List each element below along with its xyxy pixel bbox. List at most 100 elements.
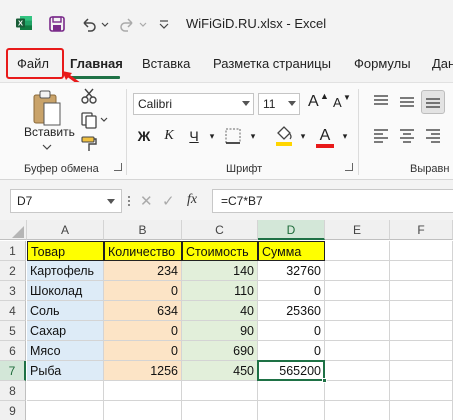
underline-button[interactable]: Ч [185, 126, 203, 146]
select-all-corner[interactable] [0, 220, 27, 240]
empty-cell[interactable] [390, 341, 453, 361]
empty-cell[interactable] [325, 321, 390, 341]
insert-function-button[interactable]: fx [187, 192, 197, 208]
empty-cell[interactable] [390, 241, 453, 261]
row-header-3[interactable]: 3 [0, 281, 26, 301]
header-cell-total[interactable]: Сумма [258, 241, 325, 261]
format-painter-icon[interactable] [80, 135, 98, 153]
font-launcher-icon[interactable] [345, 163, 353, 171]
cell-total[interactable]: 0 [258, 321, 325, 341]
font-name-select[interactable]: Calibri [133, 93, 254, 115]
header-cell-price[interactable]: Стоимость [182, 241, 258, 261]
align-middle-icon[interactable] [398, 93, 416, 111]
empty-cell[interactable] [325, 361, 390, 381]
tab-data[interactable]: Дан [432, 56, 453, 71]
cell-total[interactable]: 32760 [258, 261, 325, 281]
cell-quantity[interactable]: 634 [104, 301, 182, 321]
empty-cell[interactable] [390, 281, 453, 301]
name-box[interactable]: D7 [10, 189, 122, 213]
empty-cell[interactable] [325, 241, 390, 261]
shrink-font-button[interactable]: A [333, 95, 342, 110]
tab-formulas[interactable]: Формулы [354, 56, 411, 71]
empty-cell[interactable] [325, 261, 390, 281]
empty-cell[interactable] [390, 381, 453, 401]
empty-cell[interactable] [325, 401, 390, 420]
grow-font-button[interactable]: A [308, 93, 319, 111]
column-header-a[interactable]: A [27, 220, 104, 240]
undo-dropdown-icon[interactable] [100, 15, 110, 33]
borders-icon[interactable] [224, 127, 244, 145]
paste-dropdown-icon[interactable] [42, 143, 52, 151]
empty-cell[interactable] [390, 301, 453, 321]
redo-icon[interactable] [118, 15, 136, 33]
fill-color-icon[interactable] [274, 125, 294, 147]
empty-cell[interactable] [325, 281, 390, 301]
copy-icon[interactable] [80, 111, 98, 129]
row-header-2[interactable]: 2 [0, 261, 26, 281]
cell-total[interactable]: 25360 [258, 301, 325, 321]
empty-cell[interactable] [104, 401, 182, 420]
cancel-icon[interactable]: ✕ [140, 192, 153, 210]
cell-product[interactable]: Соль [27, 301, 104, 321]
cell-price[interactable]: 690 [182, 341, 258, 361]
formula-input[interactable]: =C7*B7 [212, 189, 453, 213]
cell-product[interactable]: Сахар [27, 321, 104, 341]
header-cell-quantity[interactable]: Количество [104, 241, 182, 261]
italic-button[interactable]: К [160, 126, 178, 146]
row-header-9[interactable]: 9 [0, 401, 26, 420]
align-right-icon[interactable] [424, 127, 442, 145]
row-header-1[interactable]: 1 [0, 241, 26, 261]
tab-page-layout[interactable]: Разметка страницы [213, 56, 331, 71]
empty-cell[interactable] [325, 341, 390, 361]
empty-cell[interactable] [390, 321, 453, 341]
cell-price[interactable]: 90 [182, 321, 258, 341]
align-left-icon[interactable] [372, 127, 390, 145]
cell-price[interactable]: 450 [182, 361, 258, 381]
cell-quantity[interactable]: 0 [104, 341, 182, 361]
row-header-7[interactable]: 7 [0, 361, 26, 381]
customize-toolbar-icon[interactable] [158, 15, 170, 33]
row-header-5[interactable]: 5 [0, 321, 26, 341]
clipboard-launcher-icon[interactable] [114, 163, 122, 171]
cell-quantity[interactable]: 1256 [104, 361, 182, 381]
enter-icon[interactable]: ✓ [162, 192, 175, 210]
cell-quantity[interactable]: 0 [104, 321, 182, 341]
paste-icon[interactable] [30, 89, 64, 127]
align-bottom-button[interactable] [421, 90, 445, 114]
redo-dropdown-icon[interactable] [138, 15, 148, 33]
fill-color-dropdown-icon[interactable]: ▾ [294, 126, 312, 146]
cell-quantity[interactable]: 234 [104, 261, 182, 281]
tab-insert[interactable]: Вставка [142, 56, 190, 71]
column-header-d[interactable]: D [258, 220, 325, 240]
font-color-button[interactable]: A [316, 126, 334, 146]
cell-product[interactable]: Шоколад [27, 281, 104, 301]
bold-button[interactable]: Ж [135, 126, 153, 146]
row-header-6[interactable]: 6 [0, 341, 26, 361]
column-header-b[interactable]: B [104, 220, 182, 240]
empty-cell[interactable] [258, 381, 325, 401]
copy-dropdown-icon[interactable] [100, 117, 108, 123]
cell-quantity[interactable]: 0 [104, 281, 182, 301]
empty-cell[interactable] [27, 381, 104, 401]
align-top-icon[interactable] [372, 93, 390, 111]
empty-cell[interactable] [390, 261, 453, 281]
cut-icon[interactable] [80, 87, 98, 105]
empty-cell[interactable] [258, 401, 325, 420]
header-cell-product[interactable]: Товар [27, 241, 104, 261]
row-header-4[interactable]: 4 [0, 301, 26, 321]
empty-cell[interactable] [104, 381, 182, 401]
align-center-icon[interactable] [398, 127, 416, 145]
fill-handle[interactable] [322, 378, 327, 383]
cell-total[interactable]: 0 [258, 281, 325, 301]
column-header-c[interactable]: C [182, 220, 258, 240]
cell-price[interactable]: 110 [182, 281, 258, 301]
font-color-dropdown-icon[interactable]: ▾ [336, 126, 354, 146]
row-header-8[interactable]: 8 [0, 381, 26, 401]
cell-product[interactable]: Рыба [27, 361, 104, 381]
borders-dropdown-icon[interactable]: ▾ [244, 126, 262, 146]
column-header-e[interactable]: E [325, 220, 390, 240]
font-size-select[interactable]: 11 [258, 93, 300, 115]
empty-cell[interactable] [325, 301, 390, 321]
cell-price[interactable]: 40 [182, 301, 258, 321]
paste-button-label[interactable]: Вставить [24, 125, 75, 139]
